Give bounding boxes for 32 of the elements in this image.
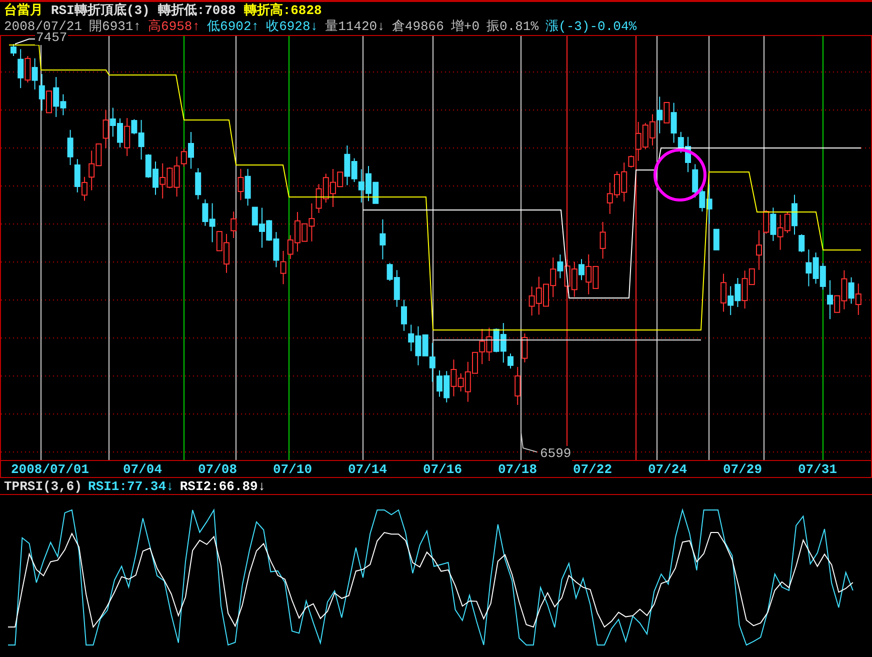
- date-label: 07/18: [496, 462, 538, 476]
- date-label: 2008/07/01: [10, 462, 90, 476]
- rsi-title: TPRSI(3,6): [4, 478, 82, 494]
- date-label: 07/08: [196, 462, 238, 476]
- quote-value: 高6958↑: [148, 19, 200, 34]
- date-label: 07/14: [346, 462, 388, 476]
- highlight-circle: [654, 148, 706, 202]
- date-label: 07/04: [122, 462, 163, 476]
- low-price-label: 6599: [539, 446, 572, 461]
- indicator-name: RSI轉折頂底(3): [51, 3, 150, 18]
- quote-value: 漲(-3)-0.04%: [546, 19, 637, 34]
- date-label: 07/24: [646, 462, 688, 476]
- quote-value: 增+0: [450, 19, 480, 34]
- date-label: 07/22: [572, 462, 613, 476]
- date-label: 07/10: [272, 462, 313, 476]
- quote-value: 低6902↑: [207, 19, 260, 34]
- quote-value: 量11420↓: [325, 19, 385, 34]
- high-price-label: 7457: [35, 30, 68, 45]
- quote-value: 收6928↓: [266, 19, 318, 34]
- rsi2-value: RSI2:66.89↓: [180, 478, 266, 494]
- quote-value: 振0.81%: [486, 19, 539, 34]
- instrument-title: 台當月: [4, 3, 43, 18]
- rsi1-value: RSI1:77.34↓: [88, 478, 174, 494]
- leader-line: [14, 38, 36, 44]
- quote-value: 開6931↑: [89, 19, 142, 34]
- date-label: 07/16: [422, 462, 463, 476]
- turn-high-label: 轉折高:6828: [244, 3, 322, 18]
- turn-low-label: 轉折低:7088: [158, 3, 236, 18]
- quote-value: 倉49866: [392, 19, 444, 34]
- leader-line: [520, 432, 538, 452]
- date-label: 07/29: [722, 462, 763, 476]
- date-label: 07/31: [796, 462, 838, 476]
